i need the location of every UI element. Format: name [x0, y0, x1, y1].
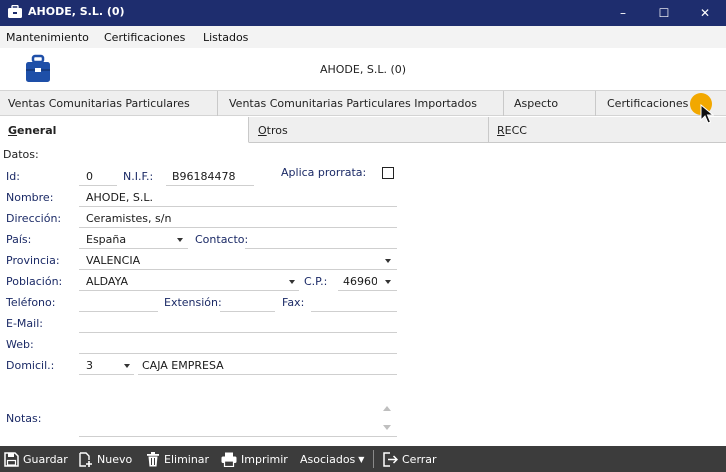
nuevo-button[interactable]: Nuevo — [78, 446, 132, 472]
company-title: AHODE, S.L. (0) — [319, 63, 407, 76]
trash-icon — [147, 451, 159, 466]
menu-bar: Mantenimiento Certificaciones Listados — [0, 26, 726, 48]
notas-textarea[interactable] — [79, 400, 397, 436]
minimize-button[interactable]: – — [606, 0, 640, 26]
sub-tab-bar: General Otros RECC — [0, 117, 726, 143]
telefono-label: Teléfono: — [6, 296, 56, 309]
provincia-select[interactable]: VALENCIA — [86, 254, 140, 267]
bottom-toolbar: Guardar Nuevo Eliminar Imprimir Asociado… — [0, 446, 726, 472]
mouse-cursor-icon — [700, 104, 714, 124]
domicil-name-field: CAJA EMPRESA — [142, 359, 224, 372]
tab-aspecto[interactable]: Aspecto — [504, 91, 596, 116]
nombre-label: Nombre: — [6, 191, 54, 204]
guardar-button[interactable]: Guardar — [4, 446, 68, 472]
direccion-label: Dirección: — [6, 212, 62, 225]
direccion-field[interactable]: Ceramistes, s/n — [86, 212, 171, 225]
poblacion-dropdown-icon[interactable] — [289, 280, 295, 284]
cp-label: C.P.: — [304, 275, 328, 288]
close-button[interactable]: ✕ — [688, 0, 722, 26]
eliminar-label: Eliminar — [164, 452, 210, 466]
cerrar-button[interactable]: Cerrar — [383, 446, 437, 472]
menu-mantenimiento[interactable]: Mantenimiento — [6, 31, 89, 44]
nuevo-label: Nuevo — [97, 452, 133, 466]
notas-scroll-down-icon[interactable] — [383, 425, 391, 430]
title-bar: AHODE, S.L. (0) – ☐ ✕ — [0, 0, 726, 26]
new-document-icon — [79, 451, 92, 467]
tab-ventas-comunitarias-importados[interactable]: Ventas Comunitarias Particulares Importa… — [218, 91, 504, 116]
tab-general-mnemonic: G — [8, 124, 18, 137]
nombre-field[interactable]: AHODE, S.L. — [86, 191, 153, 204]
fax-label: Fax: — [282, 296, 305, 309]
tab-otros-mnemonic: O — [258, 124, 267, 137]
notas-scroll-up-icon[interactable] — [383, 406, 391, 411]
cp-select[interactable]: 46960 — [343, 275, 377, 288]
domicil-code-select[interactable]: 3 — [86, 359, 93, 372]
pais-dropdown-icon[interactable] — [177, 238, 183, 242]
cerrar-label: Cerrar — [402, 452, 437, 466]
extension-label: Extensión: — [164, 296, 222, 309]
save-icon — [4, 451, 19, 467]
pais-label: País: — [6, 233, 32, 246]
poblacion-label: Población: — [6, 275, 63, 288]
briefcase-icon — [8, 5, 22, 18]
window-title: AHODE, S.L. (0) — [28, 5, 125, 18]
id-field[interactable]: 0 — [86, 170, 93, 183]
menu-certificaciones[interactable]: Certificaciones — [104, 31, 185, 44]
nif-field[interactable]: B96184478 — [172, 170, 236, 183]
pais-select[interactable]: España — [86, 233, 126, 246]
printer-icon — [221, 452, 237, 467]
provincia-dropdown-icon[interactable] — [385, 259, 391, 263]
menu-listados[interactable]: Listados — [203, 31, 248, 44]
tab-recc[interactable]: RECC — [489, 117, 726, 143]
imprimir-button[interactable]: Imprimir — [221, 446, 288, 472]
prorrata-label: Aplica prorrata: — [281, 166, 367, 179]
id-label: Id: — [6, 170, 20, 183]
tab-otros[interactable]: Otros — [249, 117, 489, 143]
contacto-label: Contacto: — [195, 233, 249, 246]
header: AHODE, S.L. (0) — [0, 48, 726, 90]
section-datos-label: Datos: — [3, 148, 39, 161]
domicil-label: Domicil.: — [6, 359, 55, 372]
domicil-dropdown-icon[interactable] — [124, 364, 130, 368]
nif-label: N.I.F.: — [123, 170, 154, 183]
tab-recc-mnemonic: R — [497, 124, 505, 137]
web-label: Web: — [6, 338, 34, 351]
tab-general-label: eneral — [17, 124, 57, 137]
imprimir-label: Imprimir — [241, 452, 288, 466]
top-tab-bar: Ventas Comunitarias Particulares Ventas … — [0, 90, 726, 116]
email-label: E-Mail: — [6, 317, 43, 330]
guardar-label: Guardar — [23, 452, 68, 466]
tab-general[interactable]: General — [0, 117, 249, 143]
asociados-button[interactable]: Asociados ▼ — [300, 446, 364, 472]
poblacion-select[interactable]: ALDAYA — [86, 275, 128, 288]
chevron-down-icon: ▼ — [358, 454, 365, 464]
provincia-label: Provincia: — [6, 254, 60, 267]
maximize-button[interactable]: ☐ — [647, 0, 681, 26]
tab-ventas-comunitarias-particulares[interactable]: Ventas Comunitarias Particulares — [0, 91, 218, 116]
cp-dropdown-icon[interactable] — [385, 280, 391, 284]
exit-icon — [383, 451, 398, 467]
eliminar-button[interactable]: Eliminar — [146, 446, 209, 472]
notas-label: Notas: — [6, 412, 42, 425]
prorrata-checkbox[interactable] — [382, 167, 394, 179]
asociados-label: Asociados — [300, 452, 356, 466]
tab-otros-label: tros — [266, 124, 288, 137]
tab-recc-label: ECC — [504, 124, 527, 137]
